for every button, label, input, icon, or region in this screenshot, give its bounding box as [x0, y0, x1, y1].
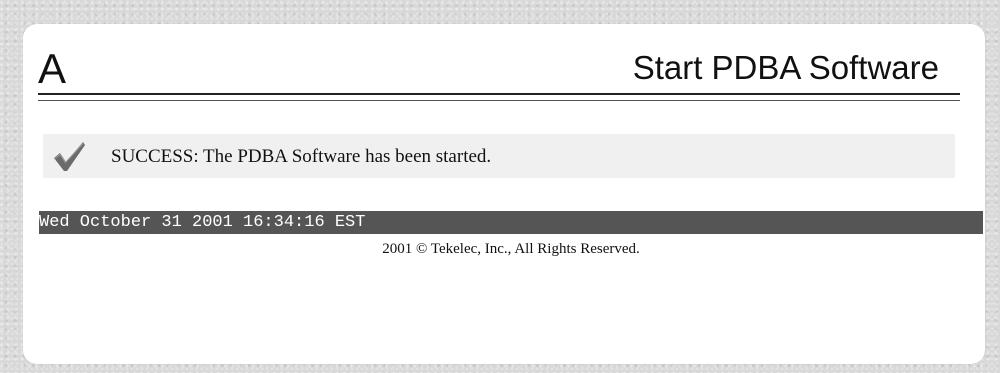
success-message-text: SUCCESS: The PDBA Software has been star… — [111, 146, 492, 167]
status-bar: Wed October 31 2001 16:34:16 EST — [39, 211, 983, 234]
page-title: Start PDBA Software — [632, 49, 939, 86]
status-timestamp: Wed October 31 2001 16:34:16 EST — [39, 213, 366, 232]
header-divider-thin — [38, 100, 960, 101]
header-letter: A — [38, 45, 67, 92]
content-panel: A Start PDBA Software SUCCESS: The PDBA … — [23, 24, 985, 364]
checkmark-icon — [54, 142, 85, 171]
success-message-box: SUCCESS: The PDBA Software has been star… — [43, 134, 955, 178]
copyright-text: 2001 © Tekelec, Inc., All Rights Reserve… — [382, 241, 640, 257]
header-divider — [38, 93, 960, 95]
